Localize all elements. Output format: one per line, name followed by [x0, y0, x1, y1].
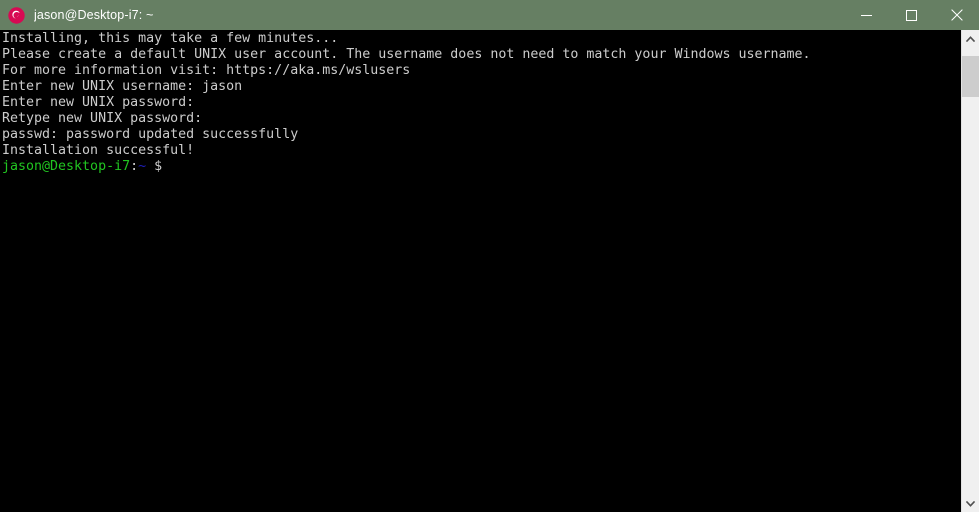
scrollbar-thumb[interactable]: Scroll thumb [962, 56, 979, 97]
close-button[interactable]: Close [934, 0, 979, 30]
title-bar[interactable]: jason@Desktop-i7: ~ Minimize Maximize Cl… [0, 0, 979, 30]
terminal-line: passwd: password updated successfully [2, 127, 299, 142]
maximize-button[interactable]: Maximize [889, 0, 934, 30]
terminal-line: For more information visit: https://aka.… [2, 63, 411, 78]
maximize-icon [906, 9, 917, 21]
chevron-up-icon [966, 35, 975, 42]
minimize-button[interactable]: Minimize [844, 0, 889, 30]
terminal-line: Retype new UNIX password: [2, 111, 203, 126]
chevron-down-icon [966, 500, 975, 507]
prompt-symbol: $ [154, 159, 163, 174]
terminal-line: Please create a default UNIX user accoun… [2, 47, 811, 62]
terminal-line: Installation successful! [2, 143, 195, 158]
terminal-lines: Installing, this may take a few minutes.… [0, 30, 961, 175]
terminal-window: jason@Desktop-i7: ~ Minimize Maximize Cl… [0, 0, 979, 512]
scroll-thumb-label: Scroll thumb [962, 56, 963, 57]
terminal-line: Installing, this may take a few minutes.… [2, 31, 339, 46]
terminal-output-area[interactable]: Installing, this may take a few minutes.… [0, 30, 961, 512]
window-controls: Minimize Maximize Close [844, 0, 979, 30]
prompt-spacer [146, 159, 154, 174]
prompt-separator: : [130, 159, 139, 174]
debian-swirl-icon [8, 6, 25, 24]
window-title: jason@Desktop-i7: ~ [34, 8, 154, 22]
prompt-path: ~ [138, 159, 147, 174]
terminal-line: Enter new UNIX password: [2, 95, 195, 110]
minimize-icon [861, 10, 872, 21]
terminal-prompt-line[interactable]: jason@Desktop-i7:~ $ [2, 159, 961, 175]
scrollbar-up-button[interactable]: Scroll up [962, 30, 979, 47]
vertical-scrollbar[interactable]: Scroll up Scroll thumb Scroll down [961, 30, 979, 512]
scrollbar-track[interactable]: Scroll thumb [962, 47, 979, 495]
window-body: Installing, this may take a few minutes.… [0, 30, 979, 512]
terminal-line: Enter new UNIX username: jason [2, 79, 243, 94]
scrollbar-down-button[interactable]: Scroll down [962, 495, 979, 512]
title-bar-left: jason@Desktop-i7: ~ [0, 0, 844, 30]
prompt-spacer-2 [162, 159, 170, 174]
close-icon [950, 9, 963, 21]
prompt-user-host: jason@Desktop-i7 [2, 159, 131, 174]
